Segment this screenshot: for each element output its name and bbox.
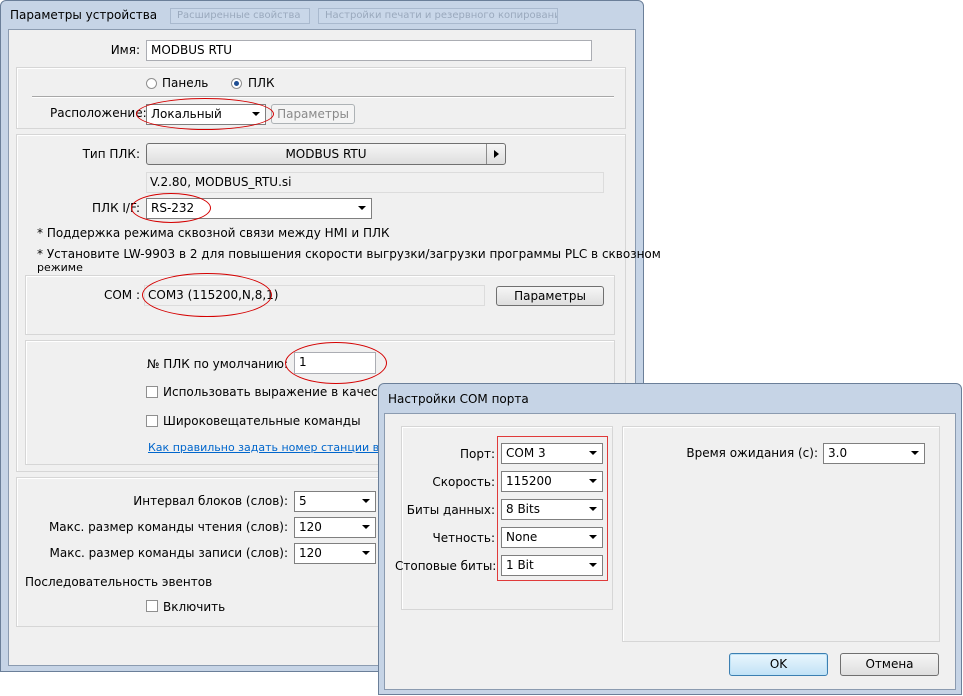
timeout-value: 3.0 [828, 446, 848, 460]
chevron-down-icon [589, 479, 597, 483]
chevron-down-icon [362, 499, 370, 503]
com-label: COM : [103, 288, 140, 302]
block-interval-value: 5 [299, 494, 307, 508]
com-field: COM3 (115200,N,8,1) [144, 285, 485, 306]
chevron-down-icon [358, 206, 366, 210]
block-interval-label: Интервал блоков (слов): [133, 494, 288, 508]
broadcast-label: Широковещательные команды [163, 414, 361, 428]
chevron-right-icon [494, 150, 499, 158]
events-group-label: Последовательность эвентов [25, 575, 213, 589]
station-number-help-link[interactable]: Как правильно задать номер станции в адр… [148, 441, 378, 454]
max-write-label: Макс. размер команды записи (слов): [49, 546, 288, 560]
parity-value: None [506, 530, 538, 544]
plc-type-value: MODBUS RTU [285, 147, 367, 161]
speed-label: Скорость: [432, 475, 495, 489]
ok-button[interactable]: OK [729, 653, 828, 676]
background-tab-advanced: Расширенные свойства [170, 8, 310, 24]
max-write-select[interactable]: 120 [294, 543, 376, 564]
plc-type-label: Тип ПЛК: [82, 147, 140, 161]
enable-events-label: Включить [163, 600, 226, 614]
use-expression-label: Использовать выражение в качестве [163, 385, 400, 399]
max-read-label: Макс. размер команды чтения (слов): [48, 520, 288, 534]
chevron-down-icon [589, 507, 597, 511]
driver-version-field: V.2.80, MODBUS_RTU.si [146, 172, 604, 193]
broadcast-checkbox[interactable] [146, 415, 158, 427]
stop-bits-label: Стоповые биты: [395, 559, 497, 573]
note-passthrough: * Поддержка режима сквозной связи между … [37, 226, 390, 240]
data-bits-label: Биты данных: [406, 503, 495, 517]
default-plc-input[interactable]: 1 [294, 352, 376, 374]
timeout-label: Время ожидания (с): [686, 446, 818, 460]
port-label: Порт: [459, 447, 495, 461]
plc-if-select[interactable]: RS-232 [146, 198, 372, 219]
com-params-button[interactable]: Параметры [496, 286, 604, 306]
chevron-down-icon [252, 112, 260, 116]
location-select[interactable]: Локальный [146, 104, 266, 125]
stop-bits-select[interactable]: 1 Bit [501, 555, 603, 576]
stop-bits-value: 1 Bit [506, 558, 534, 572]
use-expression-checkbox[interactable] [146, 386, 158, 398]
chevron-down-icon [911, 451, 919, 455]
timeout-select[interactable]: 3.0 [823, 443, 925, 464]
separator [32, 96, 614, 98]
panel-radio[interactable] [146, 78, 157, 89]
data-bits-select[interactable]: 8 Bits [501, 499, 603, 520]
cancel-button[interactable]: Отмена [840, 653, 939, 676]
plc-if-label: ПЛК I/F: [92, 201, 140, 215]
speed-value: 115200 [506, 474, 552, 488]
port-value: COM 3 [506, 446, 546, 460]
com-window-title: Настройки COM порта [388, 392, 529, 406]
location-label: Расположение: [50, 106, 147, 120]
parity-label: Четность: [432, 531, 496, 545]
location-select-value: Локальный [151, 107, 222, 121]
chevron-down-icon [589, 535, 597, 539]
port-select[interactable]: COM 3 [501, 443, 603, 464]
location-params-button[interactable]: Параметры [271, 104, 355, 124]
note-lw9903-line1: * Установите LW-9903 в 2 для повышения с… [37, 247, 661, 261]
plc-type-button[interactable]: MODBUS RTU [146, 143, 506, 165]
block-interval-select[interactable]: 5 [294, 491, 376, 512]
window-title: Параметры устройства [10, 8, 158, 22]
default-plc-label: № ПЛК по умолчанию: [146, 357, 288, 371]
max-write-value: 120 [299, 546, 322, 560]
name-label: Имя: [110, 43, 140, 57]
enable-events-checkbox[interactable] [146, 600, 158, 612]
plc-radio[interactable] [231, 78, 242, 89]
plc-radio-label: ПЛК [248, 76, 275, 90]
max-read-select[interactable]: 120 [294, 517, 376, 538]
parity-select[interactable]: None [501, 527, 603, 548]
chevron-down-icon [589, 563, 597, 567]
chevron-down-icon [362, 525, 370, 529]
note-lw9903-line2: режиме [37, 261, 83, 274]
background-tab-print: Настройки печати и резервного копировани… [318, 8, 558, 24]
data-bits-value: 8 Bits [506, 502, 540, 516]
panel-radio-label: Панель [162, 76, 209, 90]
plc-if-select-value: RS-232 [151, 201, 195, 215]
chevron-down-icon [589, 451, 597, 455]
name-input[interactable]: MODBUS RTU [146, 40, 592, 61]
plc-type-divider [486, 144, 487, 164]
max-read-value: 120 [299, 520, 322, 534]
chevron-down-icon [362, 551, 370, 555]
speed-select[interactable]: 115200 [501, 471, 603, 492]
